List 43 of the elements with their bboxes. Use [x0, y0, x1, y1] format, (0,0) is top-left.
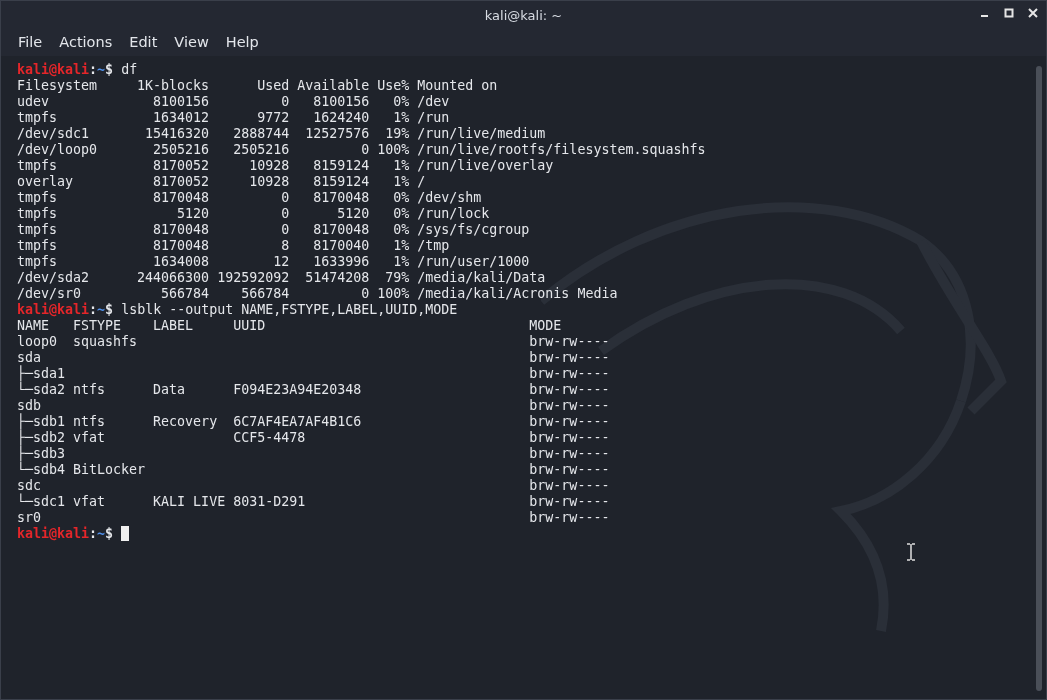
- output-line: ├─sdb3 brw-rw----: [17, 446, 610, 461]
- output-line: └─sdb4 BitLocker brw-rw----: [17, 462, 610, 478]
- prompt-text: kali@kali:~$: [17, 526, 114, 542]
- menu-item[interactable]: Actions: [52, 32, 120, 54]
- text-cursor: [121, 526, 130, 541]
- output-line: /dev/sdc1 15416320 2888744 12527576 19% /run/live/medium: [17, 126, 546, 142]
- output-line: sr0 brw-rw----: [17, 510, 610, 526]
- output-line: sdb brw-rw----: [17, 398, 610, 413]
- output-line: tmpfs 8170048 8 8170040 1% /tmp: [17, 238, 450, 254]
- output-line: loop0 squashfs brw-rw----: [17, 334, 610, 350]
- maximize-icon[interactable]: [1004, 8, 1014, 18]
- output-line: sdc brw-rw----: [17, 478, 610, 493]
- output-line: tmpfs 5120 0 5120 0% /run/lock: [17, 206, 490, 222]
- output-line: ├─sda1 brw-rw----: [17, 366, 610, 381]
- output-line: tmpfs 1634008 12 1633996 1% /run/user/1000: [17, 254, 530, 270]
- menu-item[interactable]: Help: [218, 32, 266, 54]
- output-line: └─sda2 ntfs Data F094E23A94E20348 brw-rw----: [17, 382, 610, 398]
- output-line: overlay 8170052 10928 8159124 1% /: [17, 174, 426, 190]
- prompt-text: kali@kali:~$: [17, 302, 114, 318]
- output-line: NAME FSTYPE LABEL UUID MODE: [17, 318, 562, 334]
- menu-item[interactable]: Edit: [122, 32, 165, 54]
- output-line: /dev/sr0 566784 566784 0 100% /media/kali/Acronis Media: [17, 286, 618, 302]
- output-line: tmpfs 8170052 10928 8159124 1% /run/live/overlay: [17, 158, 554, 174]
- output-line: sda brw-rw----: [17, 350, 610, 365]
- command-text: df: [120, 62, 138, 78]
- output-line: └─sdc1 vfat KALI LIVE 8031-D291 brw-rw----: [17, 494, 610, 510]
- window-title: kali@kali: ~: [484, 6, 563, 25]
- menu-item[interactable]: View: [167, 32, 216, 54]
- close-icon[interactable]: [1028, 8, 1038, 18]
- output-line: tmpfs 8170048 0 8170048 0% /sys/fs/cgroup: [17, 222, 530, 238]
- output-line: /dev/loop0 2505216 2505216 0 100% /run/live/rootfs/filesystem.squashfs: [17, 142, 706, 158]
- output-line: Filesystem 1K-blocks Used Available Use% Mounted on: [17, 78, 498, 94]
- menu-item[interactable]: File: [11, 32, 50, 54]
- output-line: tmpfs 8170048 0 8170048 0% /dev/shm: [17, 190, 482, 206]
- output-line: tmpfs 1634012 9772 1624240 1% /run: [17, 110, 450, 126]
- i-beam-cursor-icon: [906, 543, 916, 561]
- command-text: lsblk --output NAME,FSTYPE,LABEL,UUID,MODE: [120, 302, 458, 318]
- scrollbar[interactable]: [1036, 66, 1042, 691]
- output-line: ├─sdb2 vfat CCF5-4478 brw-rw----: [17, 430, 610, 445]
- output-line: ├─sdb1 ntfs Recovery 6C7AF4EA7AF4B1C6 brw-rw----: [17, 414, 610, 429]
- output-line: udev 8100156 0 8100156 0% /dev: [17, 94, 450, 110]
- output-line: /dev/sda2 244066300 192592092 51474208 79% /media/kali/Data: [17, 270, 546, 286]
- prompt-text: kali@kali:~$: [17, 62, 114, 78]
